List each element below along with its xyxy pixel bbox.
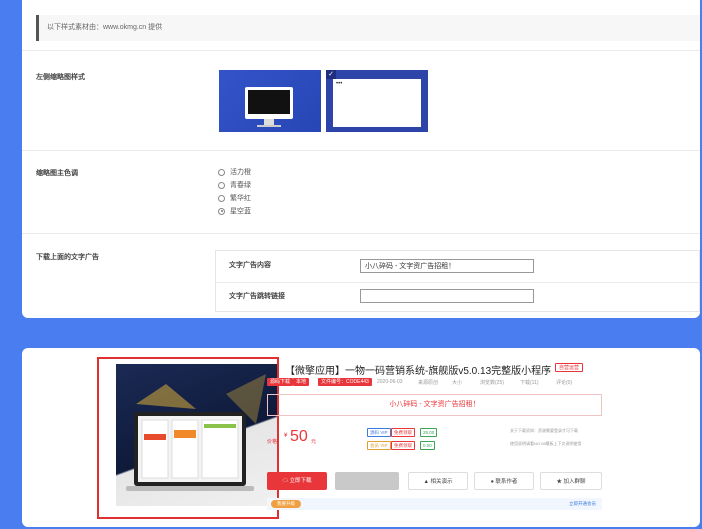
download-button[interactable]: ☁ 立即下载 [267, 472, 327, 490]
thumb-style-label: 左侧缩略图样式 [36, 74, 85, 81]
radio-checked-icon [218, 207, 225, 215]
price-label: 价格 [267, 439, 278, 445]
radio-option-blue[interactable]: 星空蓝 [218, 206, 251, 216]
side-note: 关于下载须知：资源需要登录才可下载 [510, 428, 578, 433]
thumb-style-option-blank[interactable]: ••• ✓ [326, 70, 428, 132]
contact-button[interactable]: ● 联系作者 [474, 472, 534, 490]
radio-label: 繁华红 [230, 195, 251, 202]
tag-download: 源码下载 [267, 378, 294, 386]
join-group-button[interactable]: ★ 加入群聊 [540, 472, 602, 490]
radio-icon [218, 168, 225, 176]
ad-content-label: 文字广告内容 [229, 262, 271, 269]
vip-tag: 会员 VIP [367, 441, 391, 450]
side-note: 使用说明请看NO.08模板上下文说明使用 [510, 441, 582, 446]
radio-label: 活力橙 [230, 169, 251, 176]
radio-icon [218, 194, 225, 202]
radio-icon [218, 181, 225, 189]
ad-settings-box: 文字广告内容 小八碎码 - 文字资广告招租！ 文字广告跳转链接 [215, 250, 700, 312]
product-title: 【微擎应用】一物一码营销系统-旗舰版v5.0.13完整版小程序 [285, 366, 552, 377]
divider [22, 50, 700, 51]
monitor-icon [245, 87, 293, 127]
thumb-style-option-monitor[interactable] [219, 70, 321, 132]
footer-strip: 我要升级 立即开通会员 [267, 498, 602, 510]
contact-button-label: 联系作者 [495, 479, 518, 485]
ad-link-label: 文字广告跳转链接 [229, 293, 285, 300]
download-button-label: 立即下载 [289, 478, 312, 484]
dots-icon: ••• [336, 81, 343, 87]
divider [22, 150, 700, 151]
divider [22, 233, 700, 234]
radio-label: 青春绿 [230, 182, 251, 189]
preview-panel: 【微擎应用】一物一码营销系统-旗舰版v5.0.13完整版小程序 自营运营 源码下… [22, 348, 700, 527]
group-icon: ★ [556, 479, 564, 485]
radio-option-green[interactable]: 青春绿 [218, 180, 251, 190]
price-value: 50 [290, 428, 308, 445]
footer-link[interactable]: 立即开通会员 [569, 501, 596, 507]
secondary-button[interactable] [335, 472, 399, 490]
upgrade-chip[interactable]: 我要升级 [271, 500, 301, 508]
ad-content-input[interactable]: 小八碎码 - 文字资广告招租！ [360, 259, 534, 273]
join-group-button-label: 加入群聊 [563, 479, 586, 485]
vip-tag: 源码 VIP [367, 428, 391, 437]
radio-option-red[interactable]: 繁华红 [218, 193, 251, 203]
currency-icon: ¥ [284, 433, 288, 439]
free-tag: 免费领取 [391, 428, 415, 437]
meta-source: 来源原创 [418, 380, 439, 386]
status-badge: 自营运营 [555, 363, 584, 372]
settings-panel: 以下样式素材由：www.okmg.cn 提供 左侧缩略图样式 ••• ✓ 缩略图… [22, 0, 700, 318]
divider [216, 282, 699, 283]
cloud-icon: ☁ [282, 478, 290, 484]
tag-local: 本地 [293, 378, 310, 386]
price-unit: 元 [311, 439, 317, 445]
demo-button-label: 相关演示 [430, 479, 453, 485]
thumb-frame: ••• [333, 79, 421, 127]
price-tag: 0.00 [420, 441, 435, 450]
checkmark-icon: ✓ [326, 70, 336, 79]
notice-bar: 以下样式素材由：www.okmg.cn 提供 [36, 15, 700, 41]
meta-views: 浏览数(25) [480, 380, 504, 386]
ad-banner[interactable]: 小八碎码 - 文字资广告招租！ [267, 394, 602, 416]
demo-button[interactable]: ▲ 相关演示 [408, 472, 468, 490]
meta-date: 2020-06-03 [377, 379, 403, 385]
color-setting-label: 缩略图主色调 [36, 170, 78, 177]
meta-downloads: 下载(11) [520, 380, 539, 386]
free-tag: 免费领取 [391, 441, 415, 450]
ad-link-input[interactable] [360, 289, 534, 303]
highlight-box [97, 357, 279, 519]
radio-option-orange[interactable]: 活力橙 [218, 167, 251, 177]
download-ad-label: 下载上面的文字广告 [36, 254, 99, 261]
meta-size: 大小 [452, 380, 463, 386]
radio-label: 星空蓝 [230, 208, 251, 215]
meta-comments: 评论(0) [556, 380, 573, 386]
tag-file-code: 文件编号：CODE443 [318, 378, 372, 386]
price-tag: 25.00 [420, 428, 438, 437]
